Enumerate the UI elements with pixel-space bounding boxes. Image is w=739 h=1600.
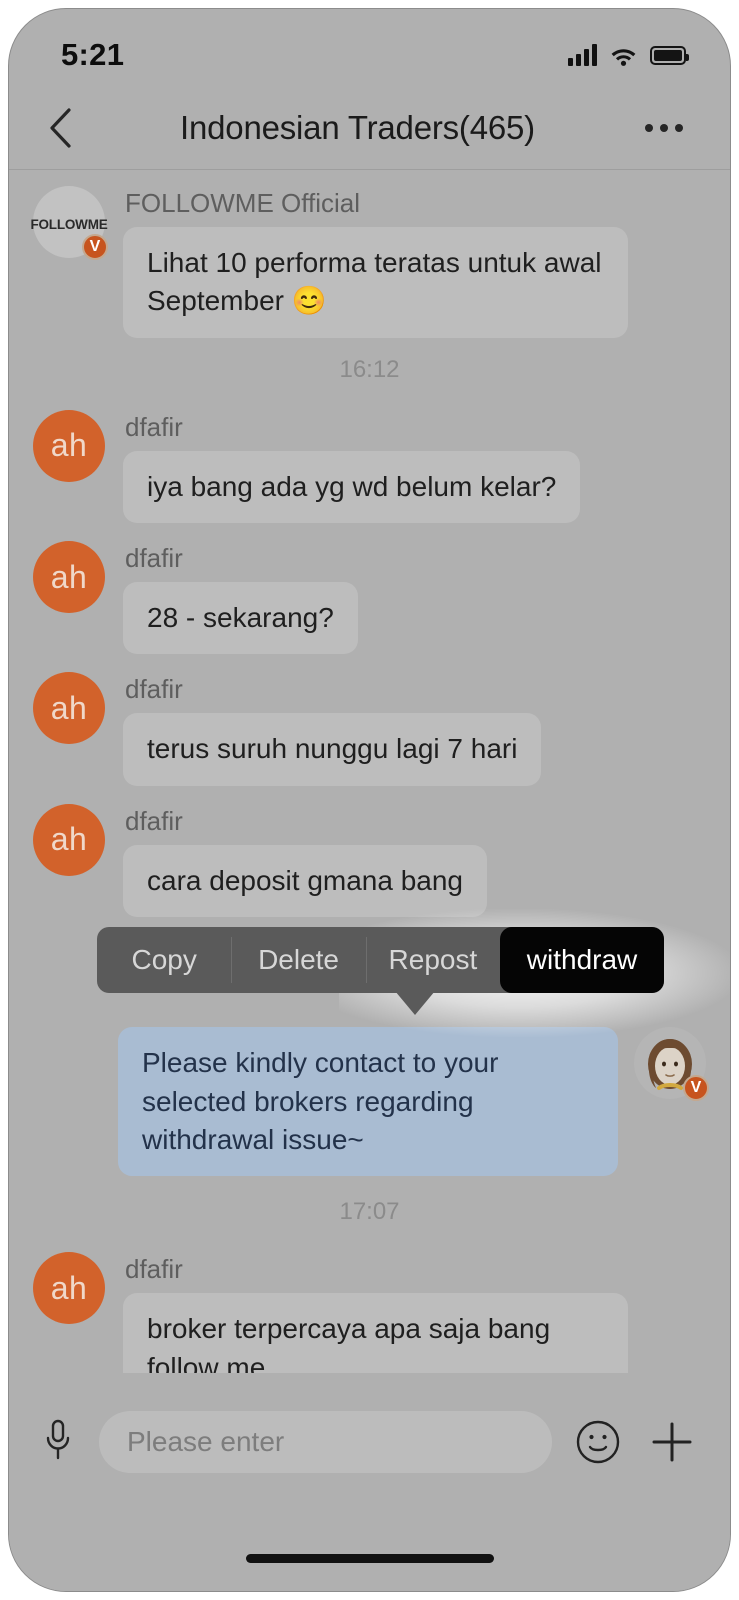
more-horizontal-icon — [645, 124, 653, 132]
avatar[interactable]: ah — [33, 541, 105, 614]
plus-icon — [652, 1422, 692, 1462]
message-input-placeholder: Please enter — [127, 1426, 285, 1457]
timestamp: 17:07 — [339, 1198, 400, 1226]
message-bubble[interactable]: Please kindly contact to your selected b… — [118, 1027, 618, 1177]
avatar[interactable]: ah — [33, 672, 105, 745]
message-sender: FOLLOWME Official — [125, 188, 361, 218]
add-attachment-button[interactable] — [644, 1411, 700, 1473]
context-menu-pointer — [395, 991, 435, 1016]
avatar[interactable]: ah — [33, 803, 105, 876]
message-bubble[interactable]: broker terpercaya apa saja bang follow m… — [123, 1293, 628, 1373]
emoji-picker-button[interactable] — [570, 1411, 626, 1473]
avatar[interactable]: FOLLOWME V — [30, 186, 108, 260]
context-menu-item-repost[interactable]: Repost — [365, 927, 500, 993]
message-row: ah dfafir terus suruh nunggu lagi 7 hari — [9, 672, 730, 786]
nav-bar: Indonesian Traders(465) — [9, 87, 730, 170]
message-row: FOLLOWME V FOLLOWME Official Lihat 10 pe… — [9, 186, 730, 338]
context-menu-item-copy[interactable]: Copy — [97, 927, 231, 993]
smiley-face-icon — [576, 1420, 620, 1464]
message-sender: dfafir — [125, 674, 183, 705]
battery-full-icon — [650, 45, 689, 65]
message-row: ah dfafir 28 - sekarang? — [9, 541, 730, 655]
microphone-icon — [46, 1419, 70, 1460]
verified-badge-icon: V — [82, 234, 108, 260]
timestamp: 16:12 — [339, 355, 400, 383]
message-list[interactable]: FOLLOWME V FOLLOWME Official Lihat 10 pe… — [9, 170, 730, 1373]
message-sender: dfafir — [125, 411, 183, 442]
status-time: 5:21 — [61, 37, 125, 72]
message-bubble[interactable]: iya bang ada yg wd belum kelar? — [123, 450, 581, 524]
message-bubble[interactable]: Lihat 10 performa teratas untuk awal Sep… — [123, 227, 628, 338]
message-sender: dfafir — [125, 805, 183, 836]
message-bubble[interactable]: cara deposit gmana bang — [123, 844, 487, 918]
message-row: ah dfafir broker terpercaya apa saja ban… — [9, 1252, 730, 1373]
context-menu[interactable]: Copy Delete Repost withdraw — [97, 927, 664, 1016]
message-bubble[interactable]: 28 - sekarang? — [123, 582, 358, 655]
status-bar: 5:21 — [9, 9, 730, 87]
context-menu-container: Copy Delete Repost withdraw — [9, 909, 730, 1038]
signal-bars-icon — [568, 44, 597, 66]
message-sender: dfafir — [125, 1254, 183, 1285]
chevron-left-icon — [50, 108, 71, 148]
message-row: ah dfafir cara deposit gmana bang — [9, 803, 730, 918]
avatar[interactable]: V — [634, 1027, 709, 1102]
message-input-field[interactable]: Please enter — [99, 1411, 552, 1473]
message-row: ah dfafir iya bang ada yg wd belum kelar… — [9, 409, 730, 524]
message-bubble[interactable]: terus suruh nunggu lagi 7 hari — [123, 713, 542, 786]
phone-frame: 5:21 Indonesian Traders(465) FOLLOWME V … — [8, 8, 731, 1592]
status-indicators — [568, 44, 689, 66]
context-menu-item-delete[interactable]: Delete — [231, 927, 365, 993]
avatar-label: FOLLOWME — [30, 216, 108, 232]
page-title: Indonesian Traders(465) — [180, 109, 535, 146]
wifi-icon — [611, 48, 636, 66]
avatar[interactable]: ah — [33, 1252, 105, 1325]
avatar[interactable]: ah — [33, 409, 105, 482]
verified-badge-icon: V — [683, 1075, 709, 1102]
context-menu-item-withdraw[interactable]: withdraw — [500, 927, 664, 994]
more-options-button[interactable] — [638, 105, 690, 151]
voice-input-button[interactable] — [35, 1411, 81, 1471]
message-sender: dfafir — [125, 543, 183, 574]
message-row: Please kindly contact to your selected b… — [9, 1027, 730, 1177]
home-indicator — [245, 1554, 494, 1563]
